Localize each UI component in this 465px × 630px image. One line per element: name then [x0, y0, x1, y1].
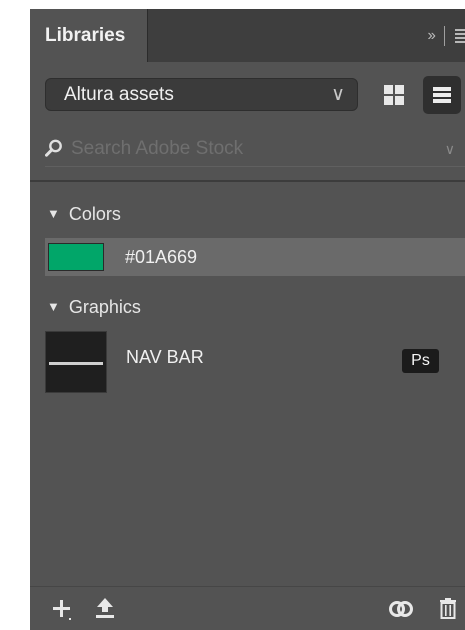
search-icon — [45, 139, 62, 157]
grid-view-icon[interactable] — [384, 85, 404, 105]
tab-bar-empty — [147, 9, 465, 62]
section-header-colors[interactable]: ▼ Colors — [47, 202, 121, 226]
tab-libraries[interactable]: Libraries — [30, 9, 147, 62]
panel-tab-bar: Libraries ›› — [30, 9, 465, 62]
color-label: #01A669 — [125, 247, 198, 267]
libraries-panel: Libraries ›› Altura assets ∨ ∨ ▼ Colors … — [30, 9, 465, 630]
graphic-thumbnail — [45, 331, 107, 393]
search-bar: ∨ — [45, 132, 465, 166]
control-separator — [444, 26, 445, 46]
section-title-graphics: Graphics — [68, 297, 141, 317]
library-dropdown[interactable]: Altura assets ∨ — [45, 78, 358, 111]
graphic-item[interactable]: NAV BAR Ps — [45, 331, 465, 393]
graphic-label: NAV BAR — [126, 347, 204, 367]
upload-icon[interactable] — [94, 597, 116, 619]
panel-controls: ›› — [427, 25, 465, 47]
hamburger-menu-icon[interactable] — [455, 29, 465, 43]
chevron-down-icon: ∨ — [331, 84, 345, 105]
section-header-graphics[interactable]: ▼ Graphics — [47, 295, 141, 319]
library-dropdown-value: Altura assets — [64, 84, 174, 105]
search-chevron-down-icon[interactable]: ∨ — [445, 141, 455, 158]
section-title-colors: Colors — [68, 204, 121, 224]
search-input[interactable] — [71, 132, 431, 166]
color-item[interactable]: #01A669 — [45, 238, 465, 276]
search-underline — [45, 166, 465, 167]
color-swatch — [48, 243, 104, 271]
trash-icon[interactable] — [439, 597, 457, 619]
collapse-panel-icon[interactable]: ›› — [427, 27, 436, 45]
add-icon[interactable] — [52, 598, 74, 622]
footer-divider — [30, 586, 465, 587]
triangle-down-icon: ▼ — [47, 206, 60, 221]
triangle-down-icon: ▼ — [47, 299, 60, 314]
list-view-icon[interactable] — [423, 76, 461, 114]
creative-cloud-sync-icon[interactable] — [388, 599, 414, 619]
photoshop-badge: Ps — [402, 349, 439, 373]
section-divider — [30, 180, 465, 182]
